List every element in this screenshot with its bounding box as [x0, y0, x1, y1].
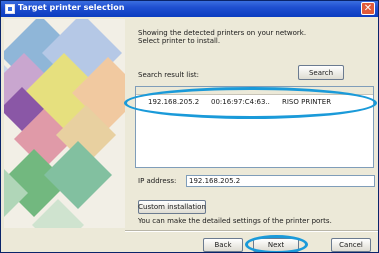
- search-button[interactable]: Search: [298, 65, 344, 80]
- cancel-button[interactable]: Cancel: [331, 238, 371, 252]
- back-button[interactable]: Back: [203, 238, 243, 252]
- ip-address-label: IP address:: [138, 177, 177, 185]
- list-highlight-ring: [124, 87, 377, 119]
- footer-divider: [125, 230, 378, 232]
- window-title: Target printer selection: [18, 3, 125, 12]
- custom-installation-note: You can make the detailed settings of th…: [138, 217, 332, 225]
- instruction-text: Showing the detected printers on your ne…: [138, 29, 368, 45]
- installer-window: Target printer selection ✕ Showing the d…: [0, 0, 379, 253]
- close-button[interactable]: ✕: [361, 2, 375, 15]
- instruction-line: Showing the detected printers on your ne…: [138, 29, 307, 37]
- app-icon: [5, 4, 15, 14]
- title-bar: Target printer selection ✕: [1, 1, 378, 17]
- search-result-label: Search result list:: [138, 71, 199, 79]
- ip-address-input[interactable]: 192.168.205.2: [186, 175, 375, 187]
- next-highlight-ring: [245, 235, 308, 252]
- custom-installation-button[interactable]: Custom installation: [138, 200, 206, 214]
- instruction-line: Select printer to install.: [138, 37, 221, 45]
- wizard-side-image: [4, 19, 125, 228]
